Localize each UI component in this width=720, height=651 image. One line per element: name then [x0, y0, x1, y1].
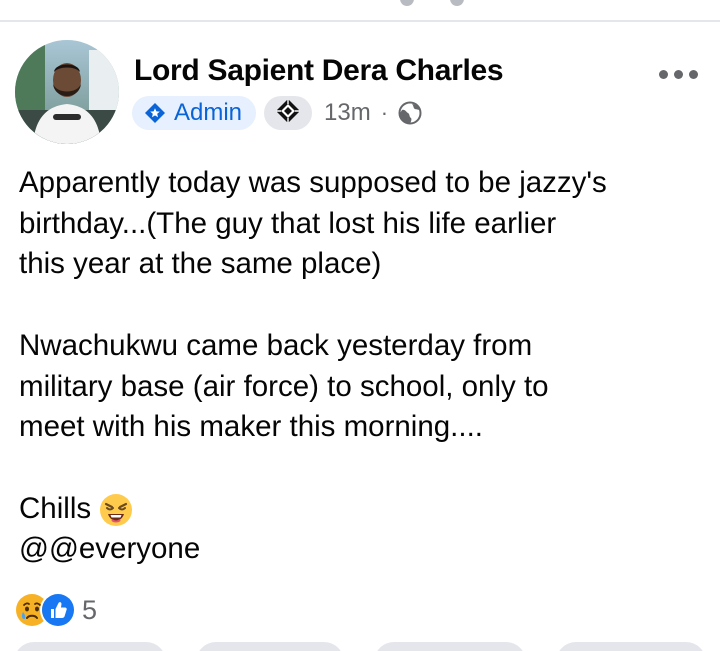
text-line: this year at the same place): [19, 247, 382, 281]
comment-action-button[interactable]: [196, 642, 344, 651]
post-text: Apparently today was supposed to be jazz…: [19, 163, 709, 570]
avatar-photo: [15, 40, 119, 144]
share-action-button[interactable]: [374, 642, 526, 651]
like-reaction-icon: [40, 592, 76, 628]
author-name[interactable]: Lord Sapient Dera Charles: [134, 54, 504, 88]
text-line: birthday...(The guy that lost his life e…: [19, 206, 557, 240]
reaction-summary[interactable]: 5: [14, 592, 97, 628]
more-dot: [673, 69, 683, 79]
more-options-button[interactable]: [654, 62, 702, 86]
previous-content-peek: [392, 0, 482, 6]
globe-icon[interactable]: [398, 101, 422, 125]
text-line: Apparently today was supposed to be jazz…: [19, 166, 607, 199]
rank-badge[interactable]: [264, 96, 313, 130]
divider: [0, 20, 720, 22]
post-paragraph: Apparently today was supposed to be jazz…: [19, 163, 709, 285]
text-line: Nwachukwu came back yesterday from: [19, 328, 533, 362]
send-action-button[interactable]: [556, 642, 706, 651]
text-line: military base (air force) to school, onl…: [19, 369, 549, 403]
shield-star-icon: [144, 102, 166, 124]
avatar[interactable]: [15, 40, 119, 144]
facebook-post-screen: Lord Sapient Dera Charles Admin 13m · Ap…: [0, 0, 720, 651]
weary-face-emoji: [99, 493, 133, 527]
closing-line: Chills: [19, 489, 709, 530]
more-dot: [688, 69, 698, 79]
diamond-badge-icon: [275, 98, 301, 129]
admin-badge[interactable]: Admin: [132, 96, 257, 130]
post-meta: Admin 13m ·: [132, 96, 422, 130]
like-action-button[interactable]: [14, 642, 166, 651]
text-line: meet with his maker this morning....: [19, 410, 483, 444]
closing-text: Chills: [19, 491, 92, 525]
post-timestamp[interactable]: 13m: [324, 99, 371, 127]
admin-badge-label: Admin: [174, 99, 243, 126]
mention-line[interactable]: @@everyone: [19, 529, 709, 570]
post-paragraph: Nwachukwu came back yesterday from milit…: [19, 326, 709, 448]
reaction-count: 5: [82, 594, 98, 625]
meta-separator: ·: [380, 100, 389, 125]
more-dot: [658, 69, 668, 79]
